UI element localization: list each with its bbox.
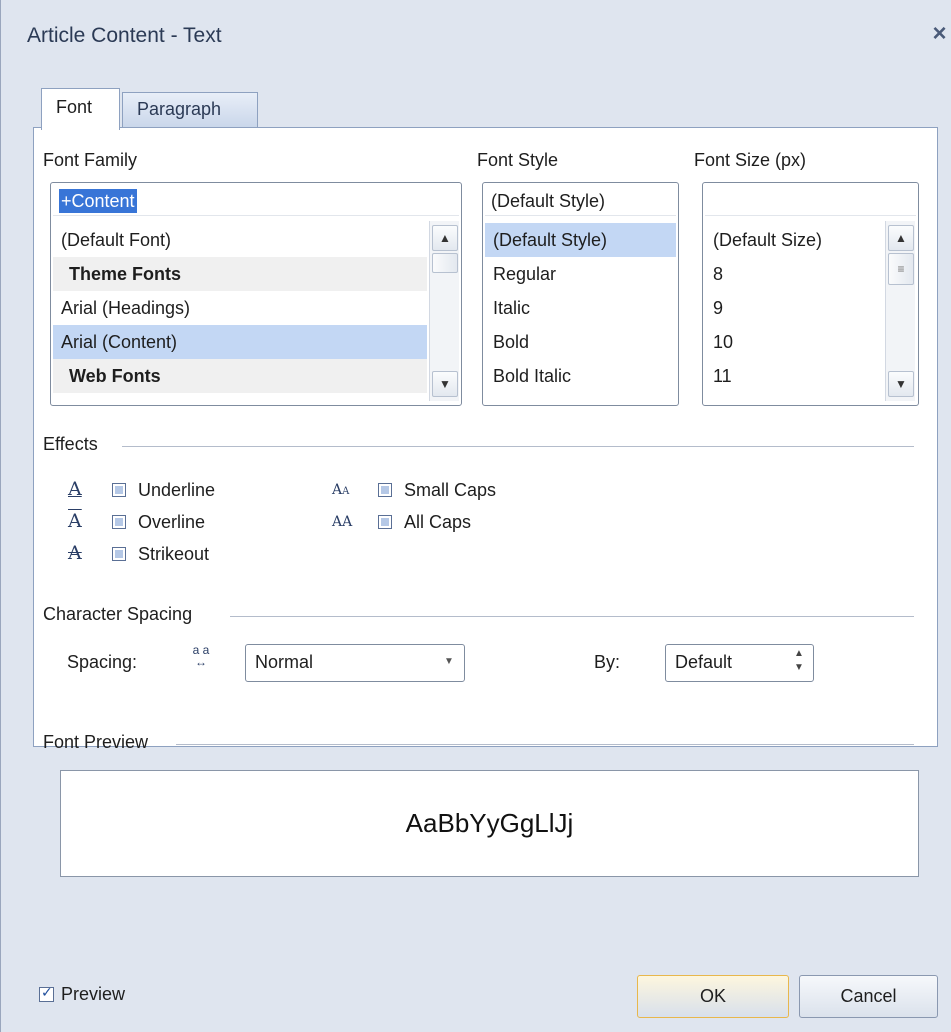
by-spinner[interactable]: Default ▲ ▼ <box>665 644 814 682</box>
title-bar: Article Content - Text × <box>1 0 951 78</box>
scroll-thumb[interactable]: ≡ <box>888 253 914 285</box>
list-item-selected[interactable]: (Default Style) <box>485 223 676 257</box>
list-item[interactable]: Regular <box>485 257 676 291</box>
divider <box>122 446 914 447</box>
all-caps-checkbox[interactable] <box>378 515 392 529</box>
list-item[interactable]: 9 <box>705 291 883 325</box>
cancel-button[interactable]: Cancel <box>799 975 938 1018</box>
preview-checkbox-label: Preview <box>61 984 126 1004</box>
list-item[interactable]: (Default Size) <box>705 223 883 257</box>
list-group-header: Theme Fonts <box>53 257 427 291</box>
font-preview-box: AaBbYyGgLlJj <box>60 770 919 877</box>
font-style-input[interactable]: (Default Style) <box>485 186 676 216</box>
preview-checkbox[interactable]: ✓ <box>39 984 54 1002</box>
scroll-down-icon[interactable]: ▼ <box>432 371 458 397</box>
spacing-icon: a a ↔ <box>192 643 210 669</box>
list-item[interactable]: Bold Italic <box>485 359 676 393</box>
dialog-window: Article Content - Text × Font Paragraph … <box>0 0 951 1032</box>
list-item[interactable]: 11 <box>705 359 883 393</box>
overline-label: Overline <box>138 512 206 532</box>
list-item[interactable]: 8 <box>705 257 883 291</box>
font-family-input[interactable]: +Content <box>53 186 459 216</box>
tab-paragraph-label: Paragraph <box>137 99 222 119</box>
divider <box>176 744 914 745</box>
font-tab-panel: Font Family +Content (Default Font) Them… <box>33 127 938 752</box>
overline-checkbox[interactable] <box>112 515 126 529</box>
scrollbar[interactable]: ▲ ▼ <box>429 221 459 401</box>
chevron-down-icon[interactable]: ▼ <box>444 656 454 667</box>
tab-paragraph[interactable]: Paragraph <box>122 92 258 128</box>
list-item[interactable]: Bold <box>485 325 676 359</box>
font-style-label: Font Style <box>477 150 559 170</box>
list-item[interactable]: Italic <box>485 291 676 325</box>
font-family-input-value: +Content <box>59 189 137 213</box>
font-style-input-value: (Default Style) <box>491 191 606 211</box>
by-spinner-value: Default <box>675 652 733 672</box>
spacing-select-value: Normal <box>255 652 314 672</box>
spin-arrows-icon[interactable]: ▲ ▼ <box>794 647 804 675</box>
font-style-list: (Default Style) (Default Style) Regular … <box>482 182 679 406</box>
font-size-input[interactable] <box>705 186 916 216</box>
small-caps-checkbox[interactable] <box>378 483 392 497</box>
list-item[interactable]: 10 <box>705 325 883 359</box>
dialog-title: Article Content - Text <box>27 24 222 47</box>
list-item[interactable]: (Default Font) <box>53 223 427 257</box>
character-spacing-label: Character Spacing <box>43 604 193 624</box>
scroll-down-icon[interactable]: ▼ <box>888 371 914 397</box>
scroll-up-icon[interactable]: ▲ <box>888 225 914 251</box>
font-size-label: Font Size (px) <box>694 150 807 170</box>
by-label: By: <box>594 652 621 672</box>
checkmark-icon: ✓ <box>41 984 53 1000</box>
cancel-button-label: Cancel <box>840 986 897 1006</box>
spacing-select[interactable]: Normal ▼ <box>245 644 465 682</box>
all-caps-icon: AA <box>332 514 353 530</box>
list-item-selected[interactable]: Arial (Content) <box>53 325 427 359</box>
scroll-up-icon[interactable]: ▲ <box>432 225 458 251</box>
font-preview-sample: AaBbYyGgLlJj <box>405 808 574 838</box>
strikeout-icon: A <box>68 542 82 564</box>
close-icon[interactable]: × <box>927 20 951 48</box>
underline-label: Underline <box>138 480 216 500</box>
spacing-label: Spacing: <box>67 652 138 672</box>
underline-icon: A <box>68 478 82 500</box>
list-group-header: Web Fonts <box>53 359 427 393</box>
ok-button-label: OK <box>699 986 726 1006</box>
small-caps-icon: Aa <box>332 482 350 498</box>
scrollbar[interactable]: ▲ ≡ ▼ <box>885 221 915 401</box>
font-preview-label: Font Preview <box>43 732 149 752</box>
scroll-thumb[interactable] <box>432 253 458 273</box>
ok-button[interactable]: OK <box>637 975 789 1018</box>
font-family-list: +Content (Default Font) Theme Fonts Aria… <box>50 182 462 406</box>
font-family-label: Font Family <box>43 150 138 170</box>
divider <box>230 616 914 617</box>
small-caps-label: Small Caps <box>404 480 497 500</box>
strikeout-label: Strikeout <box>138 544 210 564</box>
underline-checkbox[interactable] <box>112 483 126 497</box>
tab-font[interactable]: Font <box>41 88 120 130</box>
tab-font-label: Font <box>56 97 93 117</box>
strikeout-checkbox[interactable] <box>112 547 126 561</box>
list-item[interactable]: Arial (Headings) <box>53 291 427 325</box>
effects-label: Effects <box>43 434 98 454</box>
font-size-list: (Default Size) 8 9 10 11 ▲ ≡ ▼ <box>702 182 919 406</box>
all-caps-label: All Caps <box>404 512 472 532</box>
overline-icon: A <box>68 510 82 532</box>
